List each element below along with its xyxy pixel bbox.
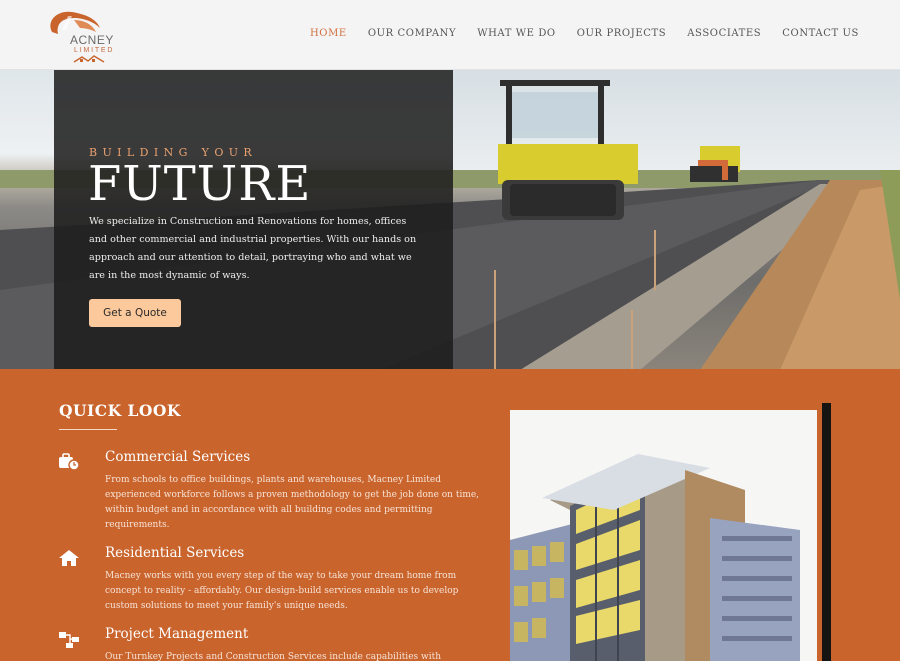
service-title[interactable]: Residential Services	[105, 545, 244, 561]
nav-contact-us[interactable]: CONTACT US	[782, 28, 859, 39]
nav-what-we-do[interactable]: WHAT WE DO	[477, 28, 556, 39]
brand-name: ACNEY	[70, 33, 114, 47]
nav-home[interactable]: HOME	[310, 28, 347, 39]
sitemap-icon	[59, 632, 79, 648]
brand-sub: LIMITED	[74, 47, 115, 54]
home-icon	[59, 550, 79, 566]
roofline-icon	[73, 55, 105, 63]
service-description: Our Turnkey Projects and Construction Se…	[105, 652, 441, 661]
hero-lead: We specialize in Construction and Renova…	[89, 216, 417, 281]
photo-accent-bar	[822, 403, 831, 661]
service-description: From schools to office buildings, plants…	[105, 475, 480, 530]
nav-associates[interactable]: ASSOCIATES	[687, 28, 761, 39]
briefcase-clock-icon	[59, 453, 80, 471]
get-a-quote-button[interactable]: Get a Quote	[89, 299, 181, 327]
service-title[interactable]: Commercial Services	[105, 449, 250, 465]
site-header: ACNEY LIMITED HOME OUR COMPANY WHAT WE D…	[0, 0, 900, 70]
main-nav: HOME OUR COMPANY WHAT WE DO OUR PROJECTS…	[310, 28, 859, 39]
road-roller-image	[498, 80, 740, 220]
building-photo	[510, 410, 817, 661]
nav-our-projects[interactable]: OUR PROJECTS	[577, 28, 666, 39]
hero-headline: FUTURE	[88, 156, 312, 212]
quick-look-section: QUICK LOOK Commercial Services From scho…	[0, 369, 900, 661]
office-building-image	[510, 410, 817, 661]
service-description: Macney works with you every step of the …	[105, 571, 459, 611]
nav-our-company[interactable]: OUR COMPANY	[368, 28, 456, 39]
section-title: QUICK LOOK	[59, 401, 181, 420]
service-title[interactable]: Project Management	[105, 626, 248, 642]
hero-banner: BUILDING YOUR FUTURE We specialize in Co…	[0, 70, 900, 369]
title-divider	[59, 429, 117, 430]
logo[interactable]: ACNEY LIMITED	[44, 8, 122, 64]
